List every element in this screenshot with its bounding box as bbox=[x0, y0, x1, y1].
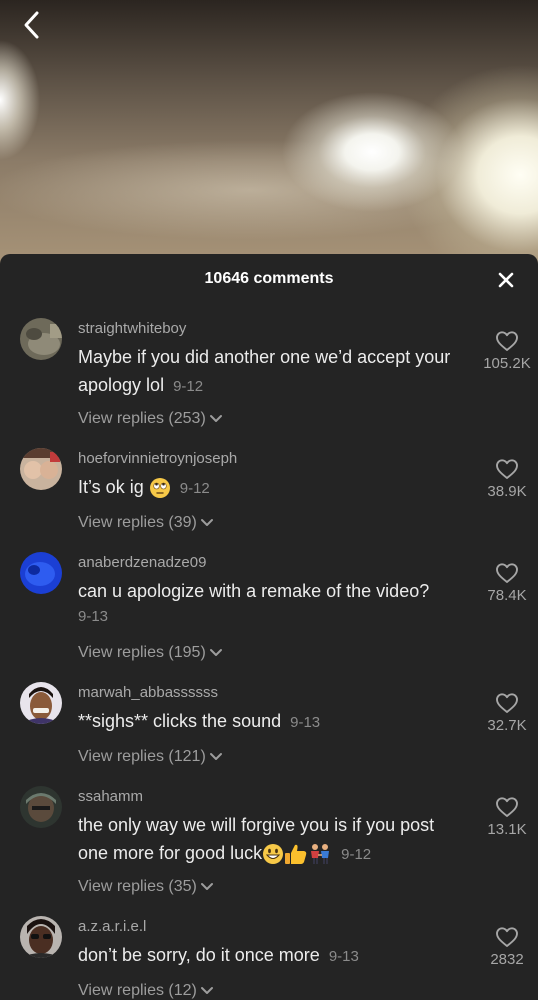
chevron-down-icon bbox=[209, 752, 222, 760]
chevron-down-icon bbox=[200, 882, 213, 890]
comments-sheet: 10646 comments straightwhiteboy Maybe if… bbox=[0, 254, 538, 1000]
comment-body: **sighs** clicks the sound bbox=[78, 711, 282, 731]
view-replies-label: View replies (39) bbox=[78, 514, 197, 531]
view-replies-button[interactable]: View replies (121) bbox=[78, 748, 224, 766]
view-replies-button[interactable]: View replies (195) bbox=[78, 644, 224, 662]
like-count: 105.2K bbox=[483, 355, 531, 372]
like-button[interactable]: 78.4K bbox=[476, 562, 538, 604]
couple-holding-hands-icon bbox=[311, 844, 330, 865]
view-replies-label: View replies (12) bbox=[78, 982, 197, 999]
view-replies-label: View replies (195) bbox=[78, 644, 206, 661]
view-replies-button[interactable]: View replies (12) bbox=[78, 982, 215, 1000]
like-count: 2832 bbox=[490, 951, 524, 968]
comment-date: 9-12 bbox=[173, 378, 204, 395]
grinning-face-icon bbox=[263, 844, 284, 865]
heart-outline-icon bbox=[496, 331, 518, 351]
avatar[interactable] bbox=[20, 682, 62, 724]
comment-date: 9-13 bbox=[78, 608, 109, 625]
heart-outline-icon bbox=[496, 693, 518, 713]
like-button[interactable]: 38.9K bbox=[476, 458, 538, 500]
comment-text: Maybe if you did another one we’d accept… bbox=[78, 343, 468, 401]
comment-username[interactable]: anaberdzenadze09 bbox=[78, 554, 206, 571]
comment-text: the only way we will forgive you is if y… bbox=[78, 811, 468, 869]
like-button[interactable]: 105.2K bbox=[476, 330, 538, 372]
view-replies-label: View replies (121) bbox=[78, 748, 206, 765]
face-with-rolling-eyes-icon bbox=[149, 478, 170, 499]
comment-body: It’s ok ig bbox=[78, 477, 144, 497]
comment-username[interactable]: a.z.a.r.i.e.l bbox=[78, 918, 146, 935]
comment-text: don’t be sorry, do it once more 9-13 bbox=[78, 941, 468, 971]
heart-outline-icon bbox=[496, 797, 518, 817]
chevron-down-icon bbox=[209, 414, 222, 422]
sheet-header: 10646 comments bbox=[0, 254, 538, 304]
thumbs-up-icon bbox=[285, 845, 307, 865]
close-icon bbox=[498, 272, 514, 288]
heart-outline-icon bbox=[496, 459, 518, 479]
comment-text: can u apologize with a remake of the vid… bbox=[78, 577, 468, 629]
avatar[interactable] bbox=[20, 318, 62, 360]
view-replies-button[interactable]: View replies (39) bbox=[78, 514, 215, 532]
comment-date: 9-13 bbox=[328, 948, 359, 965]
view-replies-label: View replies (253) bbox=[78, 410, 206, 427]
comment-username[interactable]: marwah_abbassssss bbox=[78, 684, 218, 701]
comment-username[interactable]: ssahamm bbox=[78, 788, 143, 805]
view-replies-label: View replies (35) bbox=[78, 878, 197, 895]
like-count: 38.9K bbox=[487, 483, 527, 500]
back-arrow-icon bbox=[24, 11, 39, 39]
comment-body: can u apologize with a remake of the vid… bbox=[78, 581, 430, 601]
comment-text: **sighs** clicks the sound 9-13 bbox=[78, 707, 468, 737]
avatar[interactable] bbox=[20, 552, 62, 594]
video-background[interactable] bbox=[0, 0, 538, 270]
heart-outline-icon bbox=[496, 563, 518, 583]
chevron-down-icon bbox=[209, 648, 222, 656]
comment-date: 9-12 bbox=[341, 846, 372, 863]
like-button[interactable]: 2832 bbox=[476, 926, 538, 968]
comment-body: don’t be sorry, do it once more bbox=[78, 945, 320, 965]
comment-text: It’s ok ig 9-12 bbox=[78, 473, 468, 503]
comment-username[interactable]: straightwhiteboy bbox=[78, 320, 186, 337]
comment-body: Maybe if you did another one we’d accept… bbox=[78, 347, 451, 395]
comment-body: the only way we will forgive you is if y… bbox=[78, 815, 435, 863]
comment-username[interactable]: hoeforvinnietroynjoseph bbox=[78, 450, 237, 467]
chevron-down-icon bbox=[200, 986, 213, 994]
like-count: 13.1K bbox=[487, 821, 527, 838]
like-button[interactable]: 32.7K bbox=[476, 692, 538, 734]
comment-date: 9-13 bbox=[290, 714, 321, 731]
avatar[interactable] bbox=[20, 448, 62, 490]
like-count: 78.4K bbox=[487, 587, 527, 604]
view-replies-button[interactable]: View replies (253) bbox=[78, 410, 224, 428]
comment-date: 9-12 bbox=[179, 480, 210, 497]
chevron-down-icon bbox=[200, 518, 213, 526]
like-button[interactable]: 13.1K bbox=[476, 796, 538, 838]
heart-outline-icon bbox=[496, 927, 518, 947]
view-replies-button[interactable]: View replies (35) bbox=[78, 878, 215, 896]
avatar[interactable] bbox=[20, 786, 62, 828]
close-button[interactable] bbox=[494, 268, 518, 292]
back-button[interactable] bbox=[18, 10, 48, 40]
avatar[interactable] bbox=[20, 916, 62, 958]
comment-count: 10646 comments bbox=[204, 270, 334, 287]
like-count: 32.7K bbox=[487, 717, 527, 734]
